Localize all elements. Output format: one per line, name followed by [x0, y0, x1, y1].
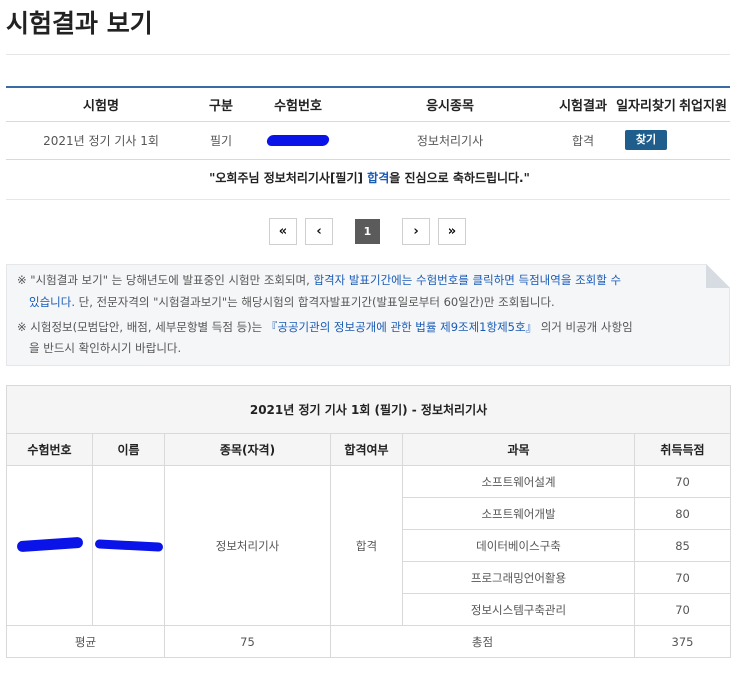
col-header-qualification: 종목(자격) [164, 433, 331, 466]
course-score: 85 [633, 529, 732, 562]
page-fold-icon [706, 264, 730, 288]
notice-text: ※ "시험결과 보기" 는 당해년도에 발표중인 시험만 조회되며, [17, 273, 314, 287]
score-detail-table: 2021년 정기 기사 1회 (필기) - 정보처리기사 수험번호 이름 종목(… [5, 385, 732, 658]
total-value: 375 [633, 625, 732, 658]
exam-number-cell [6, 465, 93, 626]
notice-line-2: 있습니다. 단, 전문자격의 "시험결과보기"는 해당시험의 합격자발표기간(발… [29, 291, 719, 313]
course-score: 70 [633, 561, 732, 594]
name-cell [92, 465, 165, 626]
col-header-job-search: 일자리찾기 [616, 86, 676, 122]
notice-text: 의거 비공개 사항임 [537, 320, 633, 334]
exam-name-cell: 2021년 정기 기사 1회 [6, 121, 196, 160]
page-title: 시험결과 보기 [6, 9, 153, 38]
table-row: 정보처리기사 합격 소프트웨어설계 70 [6, 465, 732, 626]
job-support-cell [676, 121, 730, 160]
col-header-name: 이름 [92, 433, 165, 466]
prev-page-button[interactable]: ‹ [305, 218, 333, 245]
result-cell: 합격 [550, 121, 616, 160]
col-header-exam-number: 수험번호 [246, 86, 350, 122]
title-divider [6, 54, 730, 55]
table-header-row: 시험명 구분 수험번호 응시종목 시험결과 일자리찾기 취업지원 [6, 86, 730, 122]
type-cell: 필기 [196, 121, 246, 160]
table-row: 2021년 정기 기사 1회 필기 정보처리기사 합격 찾기 [6, 121, 730, 160]
col-header-result: 시험결과 [550, 86, 616, 122]
exam-number-cell[interactable] [246, 121, 350, 160]
course-name: 데이터베이스구축 [402, 529, 635, 562]
qualification-cell: 정보처리기사 [164, 465, 331, 626]
col-header-exam-name: 시험명 [6, 86, 196, 122]
course-name: 소프트웨어개발 [402, 497, 635, 530]
page-1-button[interactable]: 1 [355, 219, 380, 244]
redacted-exam-number[interactable] [266, 135, 330, 146]
pass-status-cell: 합격 [330, 465, 403, 626]
congrats-prefix: "오희주님 정보처리기사[필기] [209, 171, 368, 185]
col-header-score: 취득득점 [633, 433, 732, 466]
redacted-exam-number [16, 536, 83, 552]
find-job-button[interactable]: 찾기 [625, 130, 667, 150]
job-search-cell: 찾기 [616, 121, 676, 160]
last-page-button[interactable]: » [438, 218, 466, 245]
notice-law-link[interactable]: 『공공기관의 정보공개에 관한 법률 제9조제1항제5호』 [266, 320, 537, 334]
first-page-button[interactable]: « [269, 218, 297, 245]
subject-cell: 정보처리기사 [350, 121, 550, 160]
pagination: « ‹ 1 › » [269, 218, 466, 245]
congrats-suffix: 을 진심으로 축하드립니다." [389, 171, 530, 185]
course-name: 정보시스템구축관리 [402, 593, 635, 626]
col-header-job-support: 취업지원 [676, 86, 730, 122]
notice-box: ※ "시험결과 보기" 는 당해년도에 발표중인 시험만 조회되며, 합격자 발… [6, 264, 730, 366]
congratulations-message: "오희주님 정보처리기사[필기] 합격을 진심으로 축하드립니다." [0, 169, 739, 186]
exam-result-table: 시험명 구분 수험번호 응시종목 시험결과 일자리찾기 취업지원 2021년 정… [6, 86, 730, 160]
col-header-type: 구분 [196, 86, 246, 122]
notice-text: 단, 전문자격의 "시험결과보기"는 해당시험의 합격자발표기간(발표일로부터 … [74, 295, 555, 309]
notice-line-3: ※ 시험정보(모범답안, 배점, 세부문항별 득점 등)는 『공공기관의 정보공… [17, 316, 707, 338]
course-name: 프로그래밍언어활용 [402, 561, 635, 594]
detail-caption: 2021년 정기 기사 1회 (필기) - 정보처리기사 [5, 385, 732, 434]
notice-line-4: 을 반드시 확인하시기 바랍니다. [29, 341, 182, 355]
notice-line-1: ※ "시험결과 보기" 는 당해년도에 발표중인 시험만 조회되며, 합격자 발… [17, 269, 707, 291]
col-header-subject: 응시종목 [350, 86, 550, 122]
notice-text: ※ 시험정보(모범답안, 배점, 세부문항별 득점 등)는 [17, 320, 266, 334]
congrats-pass: 합격 [367, 171, 390, 185]
next-page-button[interactable]: › [402, 218, 430, 245]
notice-link-2[interactable]: 있습니다. [29, 295, 75, 309]
course-score: 70 [633, 465, 732, 498]
course-score: 70 [633, 593, 732, 626]
detail-header-row: 수험번호 이름 종목(자격) 합격여부 과목 취득득점 [6, 433, 732, 466]
course-score: 80 [633, 497, 732, 530]
summary-row: 평균 75 총점 375 [6, 625, 732, 658]
col-header-pass: 합격여부 [330, 433, 403, 466]
col-header-exam-number: 수험번호 [6, 433, 93, 466]
average-label: 평균 [6, 625, 165, 658]
average-value: 75 [164, 625, 331, 658]
notice-link-1[interactable]: 합격자 발표기간에는 수험번호를 클릭하면 득점내역을 조회할 수 [313, 273, 621, 287]
total-label: 총점 [330, 625, 635, 658]
col-header-course: 과목 [402, 433, 635, 466]
redacted-name [94, 538, 163, 552]
course-name: 소프트웨어설계 [402, 465, 635, 498]
section-divider [6, 199, 730, 200]
